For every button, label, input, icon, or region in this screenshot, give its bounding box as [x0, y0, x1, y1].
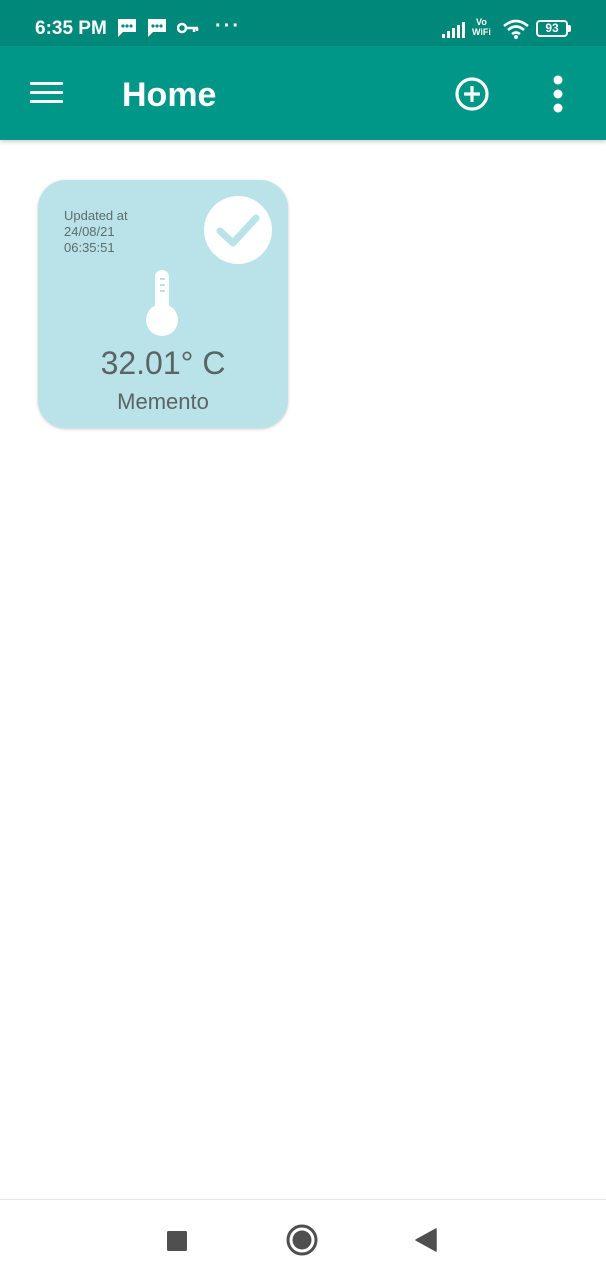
app-bar: Home	[0, 46, 606, 140]
add-device-button[interactable]	[448, 70, 496, 118]
check-circle-icon	[204, 196, 272, 264]
battery-tip	[568, 25, 571, 32]
battery-icon: 93	[536, 20, 568, 37]
message-icon	[118, 19, 136, 37]
updated-date: 24/08/21	[64, 224, 115, 239]
signal-icon	[442, 22, 465, 38]
more-vert-icon	[553, 75, 563, 113]
menu-button[interactable]	[20, 70, 74, 116]
page-title: Home	[122, 76, 217, 114]
overflow-menu-button[interactable]	[538, 70, 578, 118]
device-name: Memento	[117, 389, 209, 414]
wifi-icon	[503, 19, 529, 39]
back-triangle-icon	[415, 1228, 437, 1252]
device-card[interactable]: Updated at 24/08/21 06:35:51 32.01° C Me…	[38, 180, 288, 428]
vpn-key-icon	[177, 22, 199, 34]
temperature-reading: 32.01° C	[100, 345, 226, 381]
home-button[interactable]	[282, 1220, 322, 1260]
recents-button[interactable]	[157, 1220, 197, 1260]
hamburger-menu-icon	[30, 82, 63, 103]
back-button[interactable]	[406, 1220, 446, 1260]
more-notifications: ···	[215, 15, 241, 37]
message-icon	[148, 19, 166, 37]
system-nav-bar	[0, 1199, 606, 1280]
status-time: 6:35 PM	[35, 18, 107, 39]
updated-label: Updated at	[64, 208, 128, 223]
last-updated: Updated at 24/08/21 06:35:51	[64, 208, 128, 256]
updated-time: 06:35:51	[64, 240, 115, 255]
add-icon	[455, 77, 489, 111]
vowifi-icon: Vo WiFi	[472, 17, 491, 37]
status-bar: 6:35 PM ··· Vo WiFi 93	[0, 0, 606, 46]
recents-square-icon	[167, 1231, 187, 1251]
home-circle-icon	[286, 1224, 318, 1256]
thermometer-icon	[146, 270, 178, 336]
